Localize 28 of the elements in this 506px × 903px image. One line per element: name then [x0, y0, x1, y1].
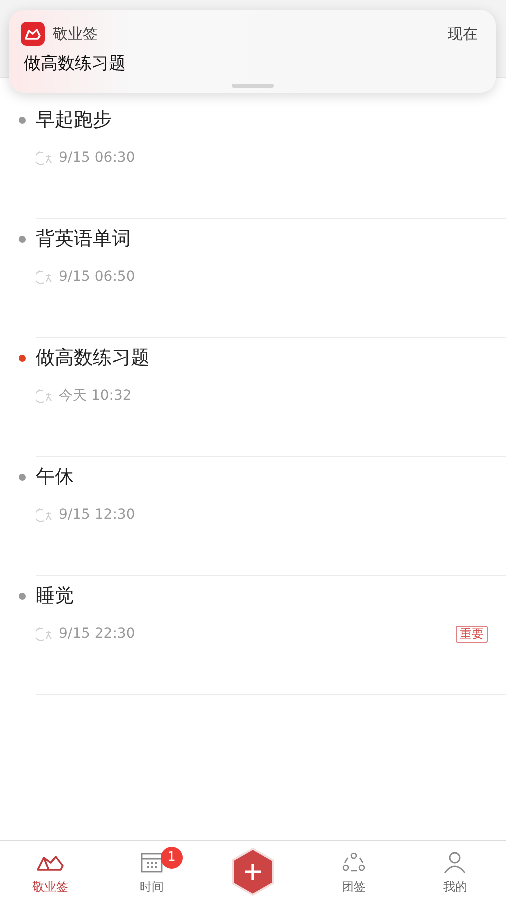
alarm-clock-icon: [36, 508, 53, 523]
alarm-clock-icon: [36, 389, 53, 404]
reminder-title[interactable]: 做高数练习题: [36, 344, 150, 372]
reminder-title[interactable]: 背英语单词: [36, 225, 131, 253]
drag-handle[interactable]: [232, 84, 274, 88]
reminder-title[interactable]: 午休: [36, 463, 74, 491]
notification-banner[interactable]: 敬业签 现在 做高数练习题: [9, 10, 496, 93]
tab[interactable]: 时间 1: [101, 841, 202, 903]
app-name: 敬业签: [53, 24, 98, 45]
alarm-clock-icon: [36, 151, 53, 166]
app-icon: [21, 22, 45, 46]
notification-time: 现在: [448, 24, 478, 45]
reminder-title[interactable]: 睡觉: [36, 582, 74, 610]
alarm-clock-icon: [36, 270, 53, 285]
notification-message: 做高数练习题: [23, 53, 127, 76]
tab[interactable]: 我的: [404, 841, 506, 903]
reminder-time: 9/15 06:30: [59, 149, 136, 168]
reminder-time: 9/15 12:30: [59, 506, 136, 525]
hexagon-plus-icon: [231, 847, 275, 897]
reminder-time: 9/15 06:50: [59, 268, 136, 287]
reminder-title[interactable]: 早起跑步: [36, 106, 112, 134]
importance-tag: 重要: [456, 626, 488, 643]
alarm-clock-icon: [36, 627, 53, 642]
count-badge: 1: [160, 847, 183, 869]
reminder-time: 9/15 22:30: [59, 625, 136, 644]
reminder-time: 今天 10:32: [59, 387, 132, 406]
tab[interactable]: 团签: [304, 841, 405, 903]
tab[interactable]: 敬业签: [0, 841, 102, 903]
